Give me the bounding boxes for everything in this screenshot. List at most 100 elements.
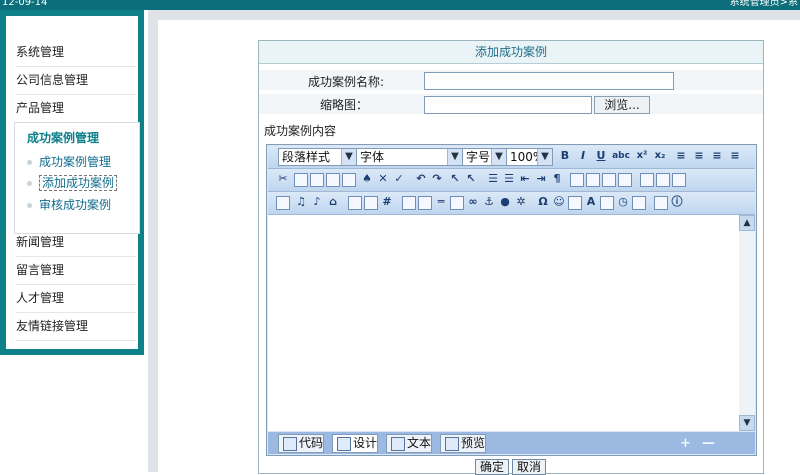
align-right-icon[interactable]: ≡ [710, 149, 724, 163]
special-char-icon[interactable]: Ω [536, 195, 550, 209]
thumbnail-input[interactable] [424, 96, 592, 114]
redo-icon[interactable]: ↷ [430, 172, 444, 186]
submenu-title[interactable]: 成功案例管理 [27, 129, 99, 146]
flash-icon[interactable]: ♫ [294, 195, 308, 209]
cut-icon[interactable]: ✂ [276, 172, 290, 186]
sidebar-item-system[interactable]: 系统管理 [16, 38, 136, 67]
form-icon[interactable] [402, 196, 416, 210]
sidebar-item-talent[interactable]: 人才管理 [16, 284, 136, 313]
editor-content-area[interactable] [268, 215, 740, 431]
unlink-icon[interactable]: ✲ [514, 195, 528, 209]
copy-icon[interactable] [294, 173, 308, 187]
paste-word-icon[interactable] [342, 173, 356, 187]
excel-icon[interactable] [568, 196, 582, 210]
sidebar-item-messages[interactable]: 留言管理 [16, 256, 136, 285]
link-icon[interactable]: ∞ [466, 195, 480, 209]
div-icon[interactable] [640, 173, 654, 187]
textarea-icon[interactable] [418, 196, 432, 210]
toolbar-row-3: ♫ ♪ ⌂ # ═ ∞ ⚓ ● ✲ Ω ☺ A ◷ ⓘ [268, 192, 755, 215]
clean-format-icon[interactable]: ✓ [392, 172, 406, 186]
align-center-icon[interactable]: ≡ [692, 149, 706, 163]
unordered-list-icon[interactable]: ☰ [502, 172, 516, 186]
sidebar-item-links[interactable]: 友情链接管理 [16, 312, 136, 341]
paragraph-icon[interactable]: ¶ [550, 172, 564, 186]
grid-icon[interactable]: # [380, 195, 394, 209]
scroll-down-icon[interactable]: ▼ [739, 415, 755, 431]
marquee-icon[interactable] [450, 196, 464, 210]
emoticon-icon[interactable]: ☺ [552, 195, 566, 209]
date-icon[interactable] [600, 196, 614, 210]
strikethrough-button[interactable]: abc [610, 149, 632, 163]
ordered-list-icon[interactable]: ☰ [486, 172, 500, 186]
browse-button[interactable]: 浏览... [594, 96, 650, 114]
table-properties-icon[interactable] [364, 196, 378, 210]
toolbar-row-1: 段落样式 ▼ 字体 ▼ 字号 ▼ 100% ▼ B I U abc x² x₂ ≡ ≡ … [268, 146, 755, 169]
indent-icon[interactable]: ⇥ [534, 172, 548, 186]
design-icon [337, 437, 351, 451]
media-icon[interactable]: ♪ [310, 195, 324, 209]
superscript-button[interactable]: x² [634, 149, 650, 163]
align-left-icon[interactable]: ≡ [674, 149, 688, 163]
submenu-item-review-cases[interactable]: 审核成功案例 [27, 196, 111, 213]
map-icon[interactable]: ● [498, 195, 512, 209]
scroll-up-icon[interactable]: ▲ [739, 215, 755, 231]
submenu-item-manage-cases[interactable]: 成功案例管理 [27, 153, 111, 170]
paragraph-style-select[interactable]: 段落样式 ▼ [278, 148, 357, 166]
time-icon[interactable]: ◷ [616, 195, 630, 209]
image-icon[interactable] [276, 196, 290, 210]
tab-design[interactable]: 设计 [332, 434, 379, 453]
underline-button[interactable]: U [594, 149, 608, 163]
editor-mode-bar: 代码 设计 文本 预览 + — [268, 432, 755, 454]
paste-icon[interactable] [310, 173, 324, 187]
about-icon[interactable]: ⓘ [670, 195, 684, 209]
editor-scrollbar[interactable]: ▲ ▼ [739, 215, 755, 431]
tab-text[interactable]: 文本 [386, 434, 433, 453]
hr-icon[interactable]: ═ [434, 195, 448, 209]
sidebar-item-company-info[interactable]: 公司信息管理 [16, 66, 136, 95]
text-color-icon[interactable] [570, 173, 584, 187]
sidebar-menu: 系统管理 公司信息管理 产品管理 成功案例管理 成功案例管理 添加成功案例 审核… [6, 16, 140, 349]
font-select[interactable]: 字体 ▼ [356, 148, 463, 166]
tab-preview[interactable]: 预览 [440, 434, 487, 453]
highlight-icon[interactable] [602, 173, 616, 187]
paste-text-icon[interactable] [326, 173, 340, 187]
pointer-icon[interactable]: ↖ [464, 172, 478, 186]
expand-editor-icon[interactable]: + [680, 436, 691, 451]
chevron-down-icon: ▼ [341, 149, 356, 165]
case-name-input[interactable] [424, 72, 674, 90]
content-label: 成功案例内容 [264, 124, 337, 138]
shrink-editor-icon[interactable]: — [702, 436, 715, 451]
font-size-select[interactable]: 字号 ▼ [462, 148, 507, 166]
cancel-button[interactable]: 取消 [512, 459, 547, 475]
absolute-position-icon[interactable] [672, 173, 686, 187]
code-icon [283, 437, 297, 451]
subscript-button[interactable]: x₂ [652, 149, 668, 163]
select-icon[interactable]: ↖ [448, 172, 462, 186]
sidebar-item-news[interactable]: 新闻管理 [16, 228, 136, 257]
submit-button[interactable]: 确定 [475, 459, 510, 475]
chevron-down-icon: ▼ [491, 149, 506, 165]
art-text-icon[interactable]: A [584, 195, 598, 209]
undo-icon[interactable]: ↶ [414, 172, 428, 186]
zoom-select[interactable]: 100% ▼ [506, 148, 553, 166]
anchor-icon[interactable]: ⚓ [482, 195, 496, 209]
bullet-icon [27, 181, 32, 186]
bold-button[interactable]: B [558, 149, 572, 163]
page-break-icon[interactable] [632, 196, 646, 210]
date-text: 12-09-14 [2, 0, 48, 8]
fullscreen-icon[interactable] [654, 196, 668, 210]
outdent-icon[interactable]: ⇤ [518, 172, 532, 186]
bg-color-icon[interactable] [586, 173, 600, 187]
layer-icon[interactable] [656, 173, 670, 187]
border-icon[interactable] [618, 173, 632, 187]
submenu-item-add-case[interactable]: 添加成功案例 [27, 174, 118, 191]
delete-icon[interactable]: ✕ [376, 172, 390, 186]
italic-button[interactable]: I [576, 149, 590, 163]
attachment-icon[interactable]: ⌂ [326, 195, 340, 209]
user-info: 系统管理员>系 [729, 0, 798, 8]
align-justify-icon[interactable]: ≡ [728, 149, 742, 163]
insert-table-icon[interactable] [348, 196, 362, 210]
find-icon[interactable]: ♠ [360, 172, 374, 186]
tab-code[interactable]: 代码 [278, 434, 325, 453]
sidebar-item-products[interactable]: 产品管理 [16, 94, 136, 123]
